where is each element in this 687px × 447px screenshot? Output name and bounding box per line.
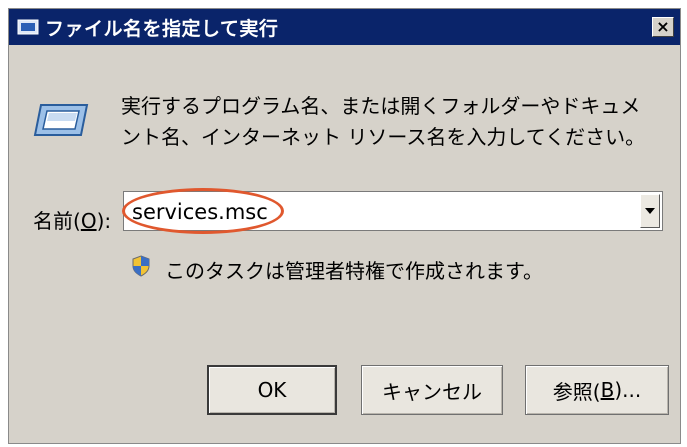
highlight-annotation xyxy=(122,188,284,234)
run-window-icon xyxy=(17,19,39,35)
browse-label-accelerator: B xyxy=(600,378,615,402)
chevron-down-icon xyxy=(645,208,655,214)
close-button[interactable]: × xyxy=(652,17,674,37)
name-combobox[interactable]: services.msc xyxy=(122,188,663,234)
window-title: ファイル名を指定して実行 xyxy=(45,17,279,40)
admin-notice: このタスクは管理者特権で作成されます。 xyxy=(165,259,543,283)
description-line-1: 実行するプログラム名、または開くフォルダーやドキュメ xyxy=(121,94,641,118)
run-program-icon xyxy=(33,104,89,136)
run-dialog: ファイル名を指定して実行 × 実行するプログラム名、または開くフォルダーやドキュ… xyxy=(8,8,681,444)
uac-shield-icon xyxy=(132,255,150,277)
description-line-2: ント名、インターネット リソース名を入力してください。 xyxy=(121,125,646,149)
close-icon: × xyxy=(656,17,670,36)
cancel-button[interactable]: キャンセル xyxy=(361,365,503,415)
description-text: 実行するプログラム名、または開くフォルダーやドキュメ ント名、インターネット リ… xyxy=(121,91,681,153)
browse-label-suffix: )... xyxy=(614,378,642,402)
name-label-accelerator: O xyxy=(80,209,97,233)
name-label-prefix: 名前( xyxy=(33,209,81,233)
name-label: 名前(O): xyxy=(33,205,111,234)
name-label-suffix: ): xyxy=(96,209,112,233)
browse-button[interactable]: 参照(B)... xyxy=(525,365,669,415)
dropdown-button[interactable] xyxy=(640,194,660,228)
ok-button[interactable]: OK xyxy=(207,365,337,415)
browse-label-prefix: 参照( xyxy=(552,379,601,404)
title-bar[interactable]: ファイル名を指定して実行 × xyxy=(9,9,680,45)
